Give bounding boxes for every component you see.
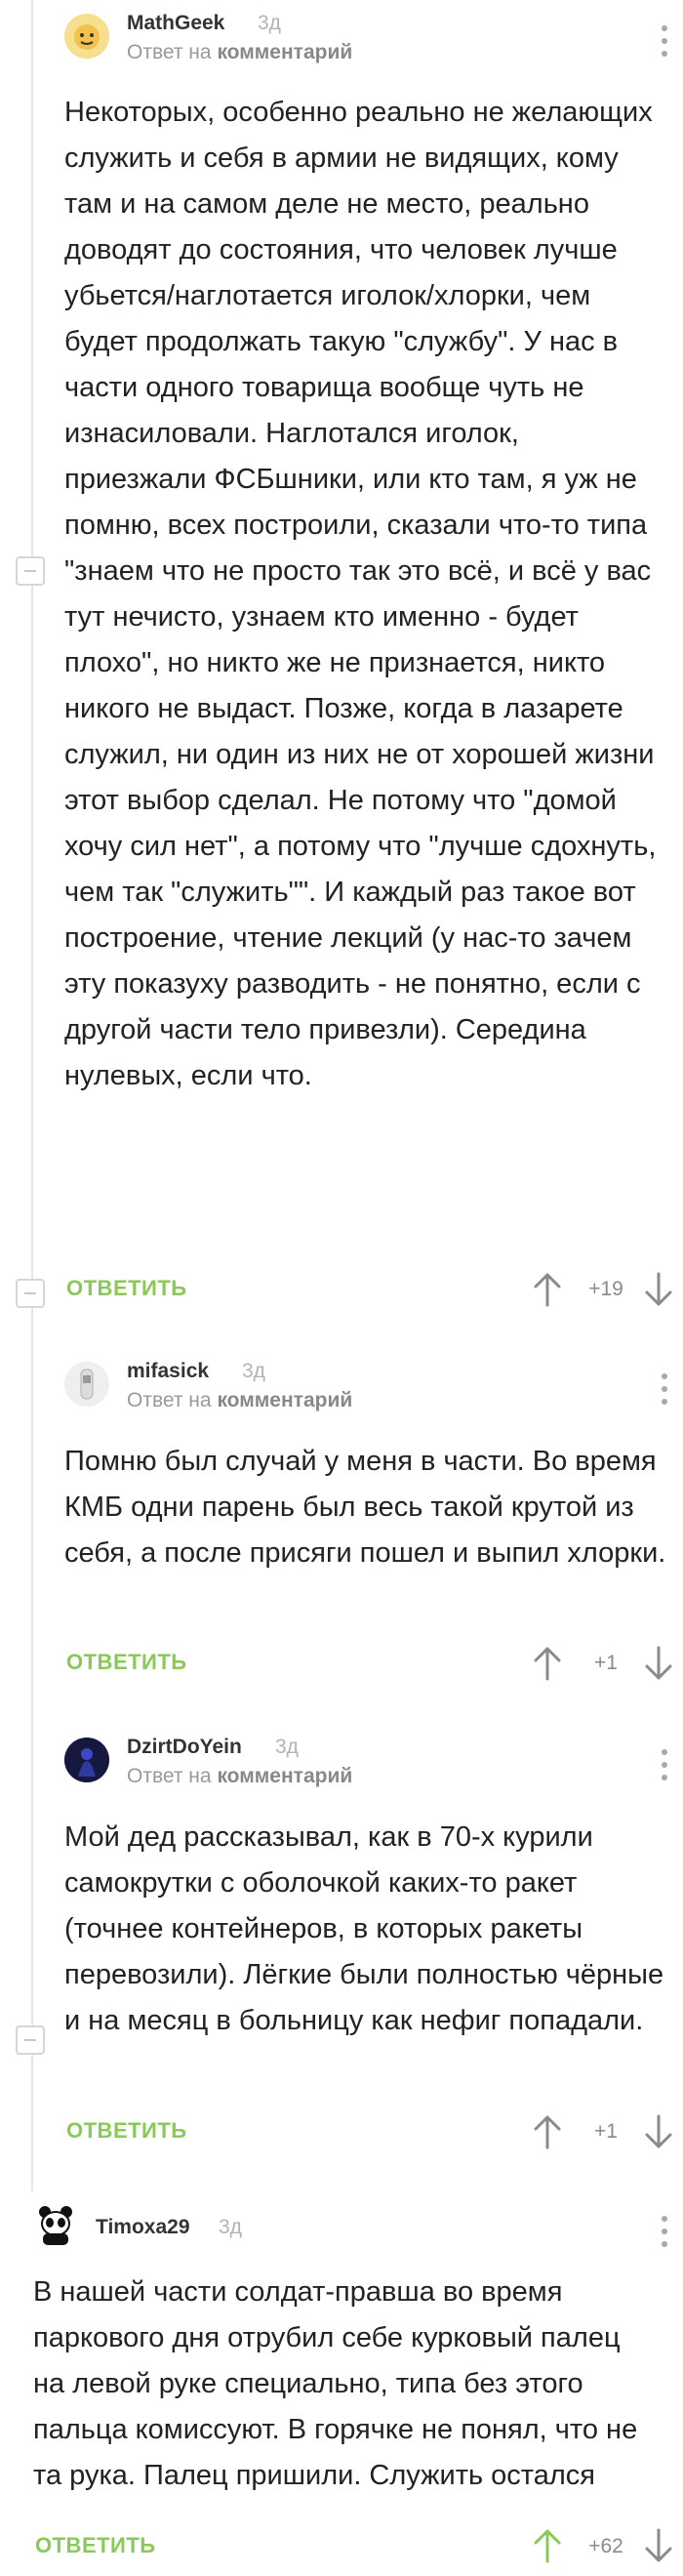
avatar[interactable]	[64, 1738, 109, 1782]
reply-info: Ответ на комментарий	[127, 41, 352, 64]
comment-author[interactable]: Timoxa29	[96, 2216, 190, 2239]
arrow-down-icon[interactable]	[644, 2528, 673, 2563]
arrow-up-icon[interactable]	[533, 2114, 562, 2149]
reply-target-link[interactable]: комментарий	[217, 41, 352, 63]
more-options-icon[interactable]	[662, 2216, 669, 2254]
reply-target-link[interactable]: комментарий	[217, 1389, 352, 1411]
comment-author[interactable]: MathGeek	[127, 12, 224, 35]
comment-time: 3д	[219, 2216, 242, 2238]
comment-text: Помню был случай у меня в части. Во врем…	[64, 1446, 666, 1569]
thread-line-nested	[31, 1323, 33, 2191]
arrow-down-icon[interactable]	[644, 1646, 673, 1681]
comment-time: 3д	[258, 12, 281, 34]
collapse-thread-icon[interactable]	[16, 2025, 45, 2055]
more-options-icon[interactable]	[662, 1373, 669, 1411]
reply-info: Ответ на комментарий	[127, 1389, 352, 1412]
comment-time: 3д	[242, 1360, 265, 1382]
avatar[interactable]	[64, 1362, 109, 1407]
comment-score: +19	[588, 1278, 623, 1300]
comment-author[interactable]: DzirtDoYein	[127, 1736, 242, 1759]
comment-score: +1	[594, 1652, 618, 1674]
comment-text: Некоторых, особенно реально не желающих …	[64, 97, 657, 1091]
reply-button[interactable]: ОТВЕТИТЬ	[66, 1650, 187, 1675]
reply-button[interactable]: ОТВЕТИТЬ	[66, 1276, 187, 1301]
reply-info: Ответ на комментарий	[127, 1765, 352, 1788]
reply-button[interactable]: ОТВЕТИТЬ	[66, 2118, 187, 2144]
collapse-thread-icon[interactable]	[16, 1279, 45, 1308]
arrow-up-icon[interactable]	[533, 1646, 562, 1681]
arrow-down-icon[interactable]	[644, 2114, 673, 2149]
collapse-thread-icon[interactable]	[16, 556, 45, 586]
reply-target-link[interactable]: комментарий	[217, 1765, 352, 1787]
comment-score: +62	[588, 2535, 623, 2557]
comment-score: +1	[594, 2120, 618, 2143]
reply-prefix: Ответ на	[127, 41, 212, 63]
comment-time: 3д	[275, 1736, 299, 1758]
avatar[interactable]	[33, 2202, 78, 2247]
comment-text: Мой дед рассказывал, как в 70-х курили с…	[64, 1821, 664, 2036]
more-options-icon[interactable]	[662, 25, 669, 63]
avatar-image	[64, 1362, 109, 1407]
reply-prefix: Ответ на	[127, 1765, 212, 1787]
more-options-icon[interactable]	[662, 1749, 669, 1787]
avatar[interactable]	[64, 14, 109, 59]
comment-text: В нашей части солдат-правша во время пар…	[33, 2276, 638, 2491]
reply-button[interactable]: ОТВЕТИТЬ	[35, 2533, 156, 2558]
avatar-image	[64, 14, 109, 59]
arrow-up-icon[interactable]	[533, 1272, 562, 1307]
comment-author[interactable]: mifasick	[127, 1360, 209, 1383]
reply-prefix: Ответ на	[127, 1389, 212, 1411]
avatar-image	[33, 2202, 78, 2247]
avatar-image	[64, 1738, 109, 1782]
arrow-up-icon[interactable]	[533, 2528, 562, 2563]
arrow-down-icon[interactable]	[644, 1272, 673, 1307]
